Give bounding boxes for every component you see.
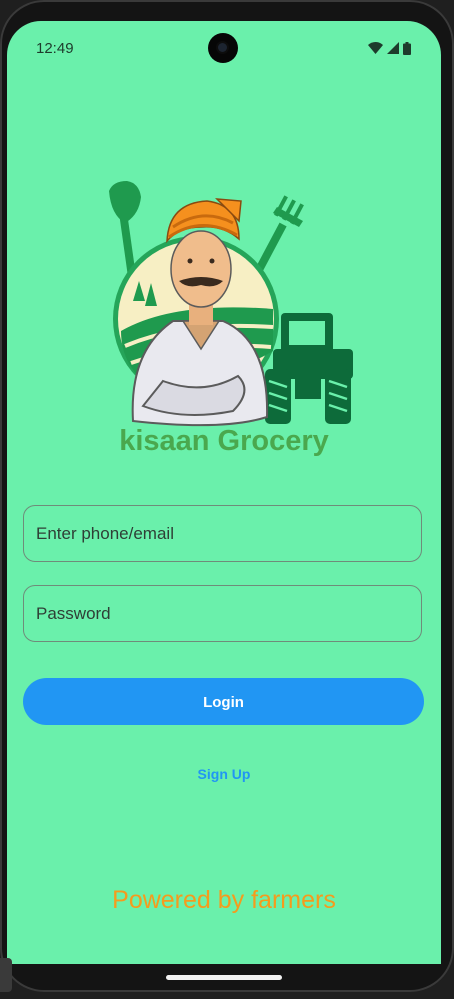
signup-link[interactable]: Sign Up xyxy=(7,766,441,782)
password-field[interactable] xyxy=(23,585,422,642)
front-camera xyxy=(208,33,238,63)
side-handle[interactable] xyxy=(0,958,12,992)
status-bar: 12:49 xyxy=(7,21,441,77)
phone-email-input[interactable] xyxy=(24,506,421,561)
app-title: kisaan Grocery xyxy=(119,425,329,457)
status-icons xyxy=(368,41,411,55)
home-indicator[interactable] xyxy=(166,975,282,980)
device-frame: 12:49 kisaan Grocery Enter phone/email L… xyxy=(0,0,454,999)
status-time: 12:49 xyxy=(36,40,74,57)
phone-email-field[interactable] xyxy=(23,505,422,562)
password-input[interactable] xyxy=(24,586,421,641)
app-screen: 12:49 kisaan Grocery Enter phone/email L… xyxy=(7,21,441,964)
battery-icon xyxy=(403,41,411,55)
login-button[interactable]: Login xyxy=(23,678,424,725)
powered-by-text: Powered by farmers xyxy=(112,886,336,914)
wifi-icon xyxy=(368,42,383,54)
farmer-logo-icon xyxy=(109,181,353,427)
cell-signal-icon xyxy=(387,42,399,54)
